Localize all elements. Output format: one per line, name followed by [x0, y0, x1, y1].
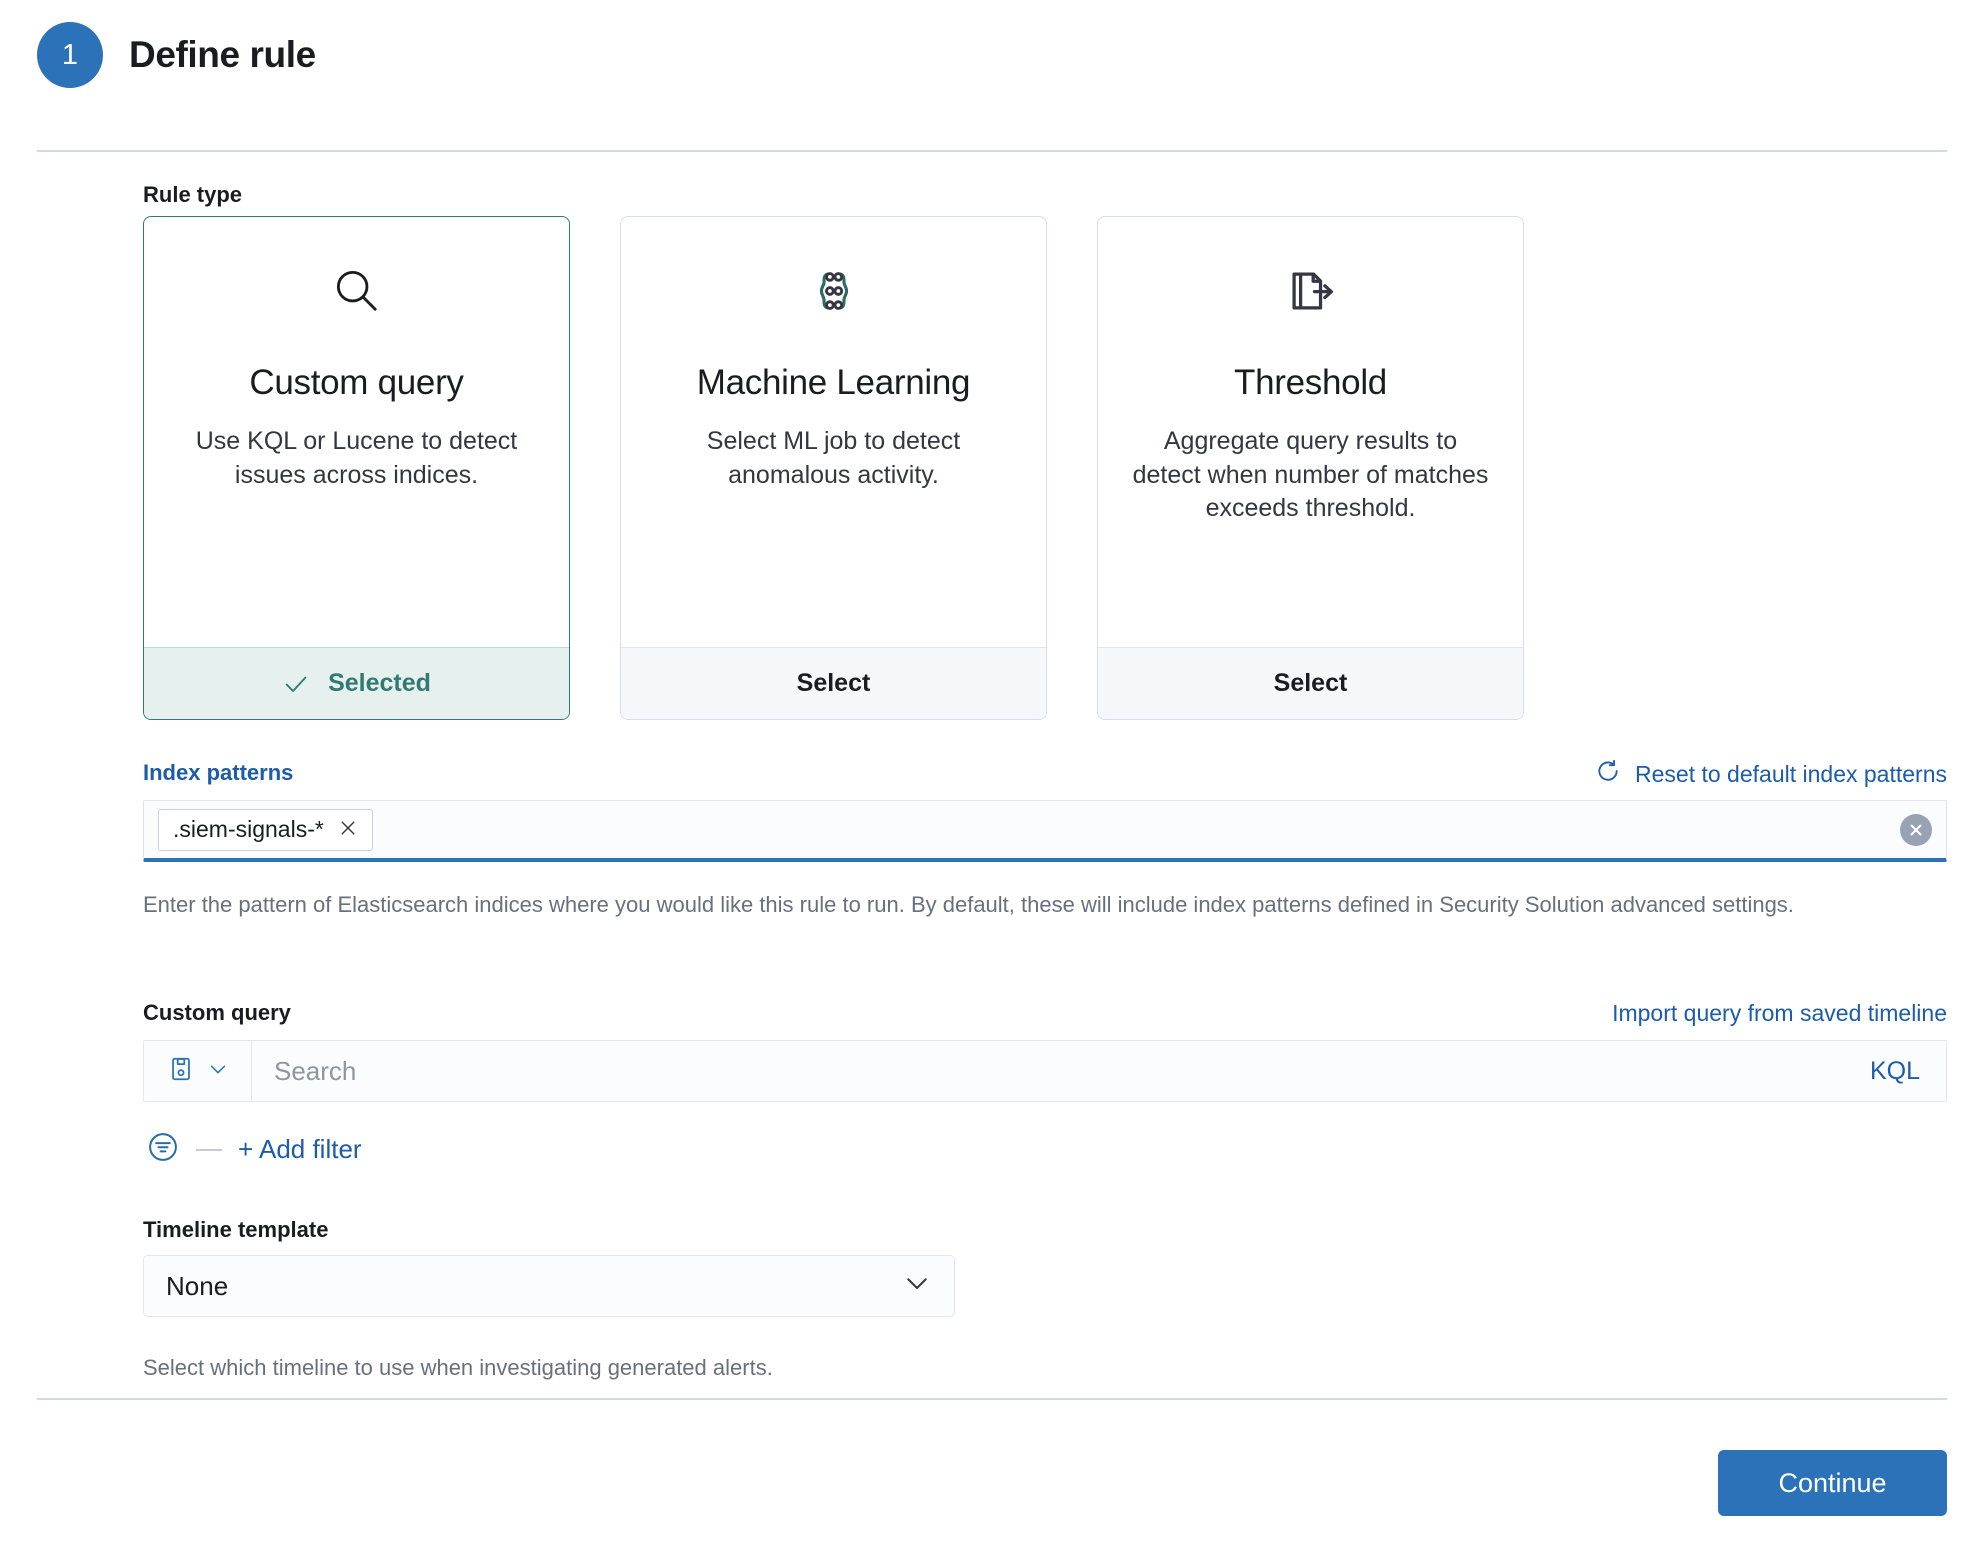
close-icon[interactable]: [338, 818, 358, 842]
footer-divider: [37, 1398, 1947, 1400]
index-patterns-combobox[interactable]: .siem-signals-*: [143, 800, 1947, 862]
save-icon: [167, 1055, 195, 1088]
rule-type-card-machine-learning[interactable]: Machine Learning Select ML job to detect…: [620, 216, 1047, 720]
index-pattern-pill[interactable]: .siem-signals-*: [158, 809, 373, 851]
card-body: Machine Learning Select ML job to detect…: [621, 217, 1046, 647]
clear-circle-icon[interactable]: [1900, 814, 1932, 846]
rule-type-label: Rule type: [143, 182, 242, 208]
timeline-template-label: Timeline template: [143, 1217, 328, 1243]
card-body: Threshold Aggregate query results to det…: [1098, 217, 1523, 647]
index-patterns-label: Index patterns: [143, 760, 293, 786]
index-patterns-help-text: Enter the pattern of Elasticsearch indic…: [143, 890, 1955, 919]
index-pattern-pill-label: .siem-signals-*: [173, 816, 324, 843]
card-action-label: Selected: [328, 669, 431, 698]
reset-index-patterns-button[interactable]: Reset to default index patterns: [1595, 758, 1947, 790]
custom-query-label: Custom query: [143, 1000, 291, 1026]
card-description: Aggregate query results to detect when n…: [1132, 425, 1489, 526]
filter-divider: [196, 1149, 222, 1151]
rule-type-select-button-custom-query[interactable]: Selected: [144, 647, 569, 719]
card-body: Custom query Use KQL or Lucene to detect…: [144, 217, 569, 647]
filter-bar: + Add filter: [146, 1130, 362, 1169]
check-icon: [282, 670, 310, 698]
query-language-button[interactable]: KQL: [1870, 1057, 1946, 1086]
add-filter-button[interactable]: + Add filter: [238, 1134, 362, 1165]
timeline-template-help-text: Select which timeline to use when invest…: [143, 1353, 773, 1382]
rule-type-select-button-machine-learning[interactable]: Select: [621, 647, 1046, 719]
refresh-icon: [1595, 758, 1621, 790]
chevron-down-icon: [902, 1268, 932, 1305]
card-title: Custom query: [249, 363, 463, 403]
card-title: Machine Learning: [697, 363, 970, 403]
timeline-template-select[interactable]: None: [143, 1255, 955, 1317]
header-divider: [37, 150, 1947, 152]
timeline-template-value: None: [166, 1271, 228, 1302]
saved-query-menu-button[interactable]: [144, 1041, 252, 1101]
rule-type-card-threshold[interactable]: Threshold Aggregate query results to det…: [1097, 216, 1524, 720]
define-rule-page: 1 Define rule Rule type Custom query Use…: [0, 0, 1984, 1546]
index-open-icon: [1285, 261, 1337, 321]
import-query-link[interactable]: Import query from saved timeline: [1612, 1000, 1947, 1027]
rule-type-card-custom-query[interactable]: Custom query Use KQL or Lucene to detect…: [143, 216, 570, 720]
card-action-label: Select: [1274, 669, 1348, 698]
continue-button[interactable]: Continue: [1718, 1450, 1947, 1516]
machine-learning-icon: [808, 261, 860, 321]
search-icon: [331, 261, 383, 321]
search-input[interactable]: Search: [252, 1041, 1870, 1101]
page-title: Define rule: [129, 34, 316, 76]
card-description: Select ML job to detect anomalous activi…: [655, 425, 1012, 492]
chevron-down-icon: [207, 1058, 229, 1085]
step-header: 1 Define rule: [37, 22, 316, 88]
card-description: Use KQL or Lucene to detect issues acros…: [178, 425, 535, 492]
card-action-label: Select: [797, 669, 871, 698]
card-title: Threshold: [1234, 363, 1387, 403]
filter-circle-icon[interactable]: [146, 1130, 180, 1169]
reset-index-patterns-label: Reset to default index patterns: [1635, 761, 1947, 788]
rule-type-card-group: Custom query Use KQL or Lucene to detect…: [143, 216, 1524, 720]
step-number-badge: 1: [37, 22, 103, 88]
rule-type-select-button-threshold[interactable]: Select: [1098, 647, 1523, 719]
query-bar: Search KQL: [143, 1040, 1947, 1102]
